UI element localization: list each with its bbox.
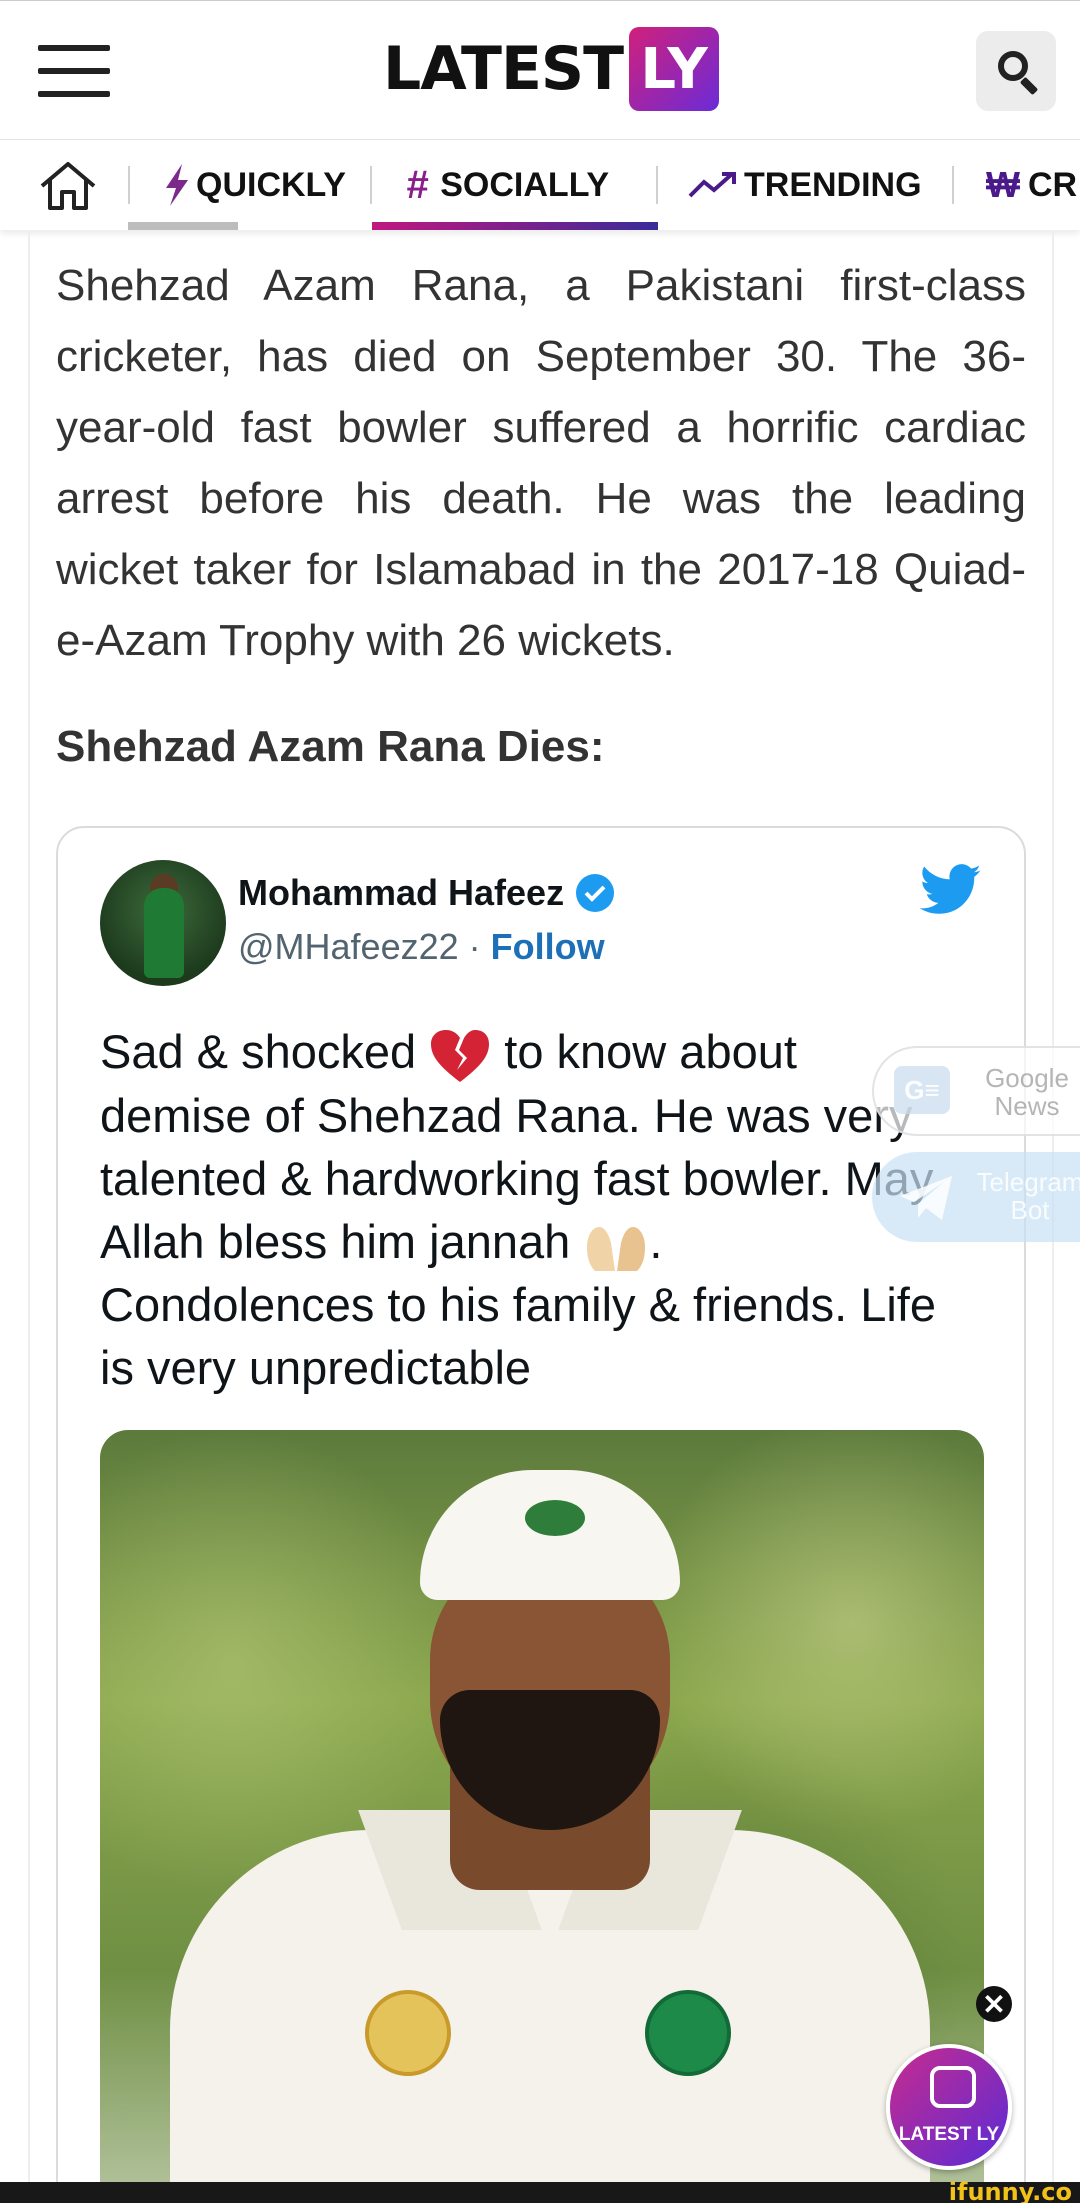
nav-label-trending: TRENDING [744,165,922,204]
tweet-text-part1: Sad & shocked [100,1025,430,1078]
bot-label: LATEST LY [898,2124,1000,2145]
article-body: Shehzad Azam Rana, a Pakistani first-cla… [56,261,1026,665]
nav-item-quickly[interactable]: QUICKLY [162,140,346,230]
tweet-handle[interactable]: @MHafeez22 [238,926,459,967]
hamburger-menu-icon[interactable] [38,45,110,97]
trending-up-icon [688,172,736,198]
logo-text: LATEST [383,34,624,104]
home-icon[interactable] [38,160,98,212]
tweet-photo[interactable] [100,1430,984,2203]
crest-left-icon [365,1990,451,2076]
search-button[interactable] [976,31,1056,111]
nav-label-cr: CR [1027,165,1078,204]
lightning-icon [166,164,188,206]
tweet-author-name[interactable]: Mohammad Hafeez [238,872,616,914]
tweet-avatar[interactable] [100,860,226,986]
google-news-icon: G≡ [894,1066,950,1114]
category-nav: QUICKLY # SOCIALLY TRENDING ₩ CR [0,140,1080,230]
twitter-bird-icon[interactable] [920,864,982,916]
currency-icon: ₩ [986,164,1020,205]
latestly-bot-button[interactable]: LATEST LY [886,2044,1012,2170]
article-subheading: Shehzad Azam Rana Dies: [56,722,605,771]
google-news-widget[interactable]: G≡ Google News [872,1046,1080,1136]
nav-label-quickly: QUICKLY [196,165,346,204]
tweet-author-name-text: Mohammad Hafeez [238,872,565,913]
tweet-handle-row: @MHafeez22 · Follow [238,926,605,968]
broken-heart-icon [431,1029,490,1082]
telegram-icon [900,1176,952,1220]
watermark-bar: ifunny.co [0,2178,1080,2203]
close-icon[interactable]: ✕ [976,1986,1012,2022]
crest-right-icon [645,1990,731,2076]
google-news-label: Google News [985,1063,1069,1121]
active-tab-underline [372,222,658,230]
tweet-separator: · [468,926,481,967]
hashtag-icon: # [406,162,429,207]
follow-link[interactable]: Follow [491,926,605,967]
telegram-bot-widget[interactable]: Telegram Bot [872,1152,1080,1242]
site-logo[interactable]: LATEST LY [383,27,720,111]
nav-item-trending[interactable]: TRENDING [688,140,922,230]
robot-icon [930,2066,976,2108]
telegram-label: Telegram Bot [976,1167,1080,1225]
verified-badge-icon [576,874,615,912]
search-icon [998,51,1028,81]
site-header: LATEST LY [0,0,1080,140]
logo-badge: LY [629,27,720,111]
watermark-text: ifunny.co [948,2178,1072,2203]
palms-up-icon [587,1227,646,1272]
nav-item-cr[interactable]: ₩ CR [986,140,1077,230]
tweet-text: Sad & shocked to know about demise of Sh… [100,1020,940,1399]
nav-label-socially: SOCIALLY [440,165,610,204]
nav-item-socially[interactable]: # SOCIALLY [406,140,609,230]
